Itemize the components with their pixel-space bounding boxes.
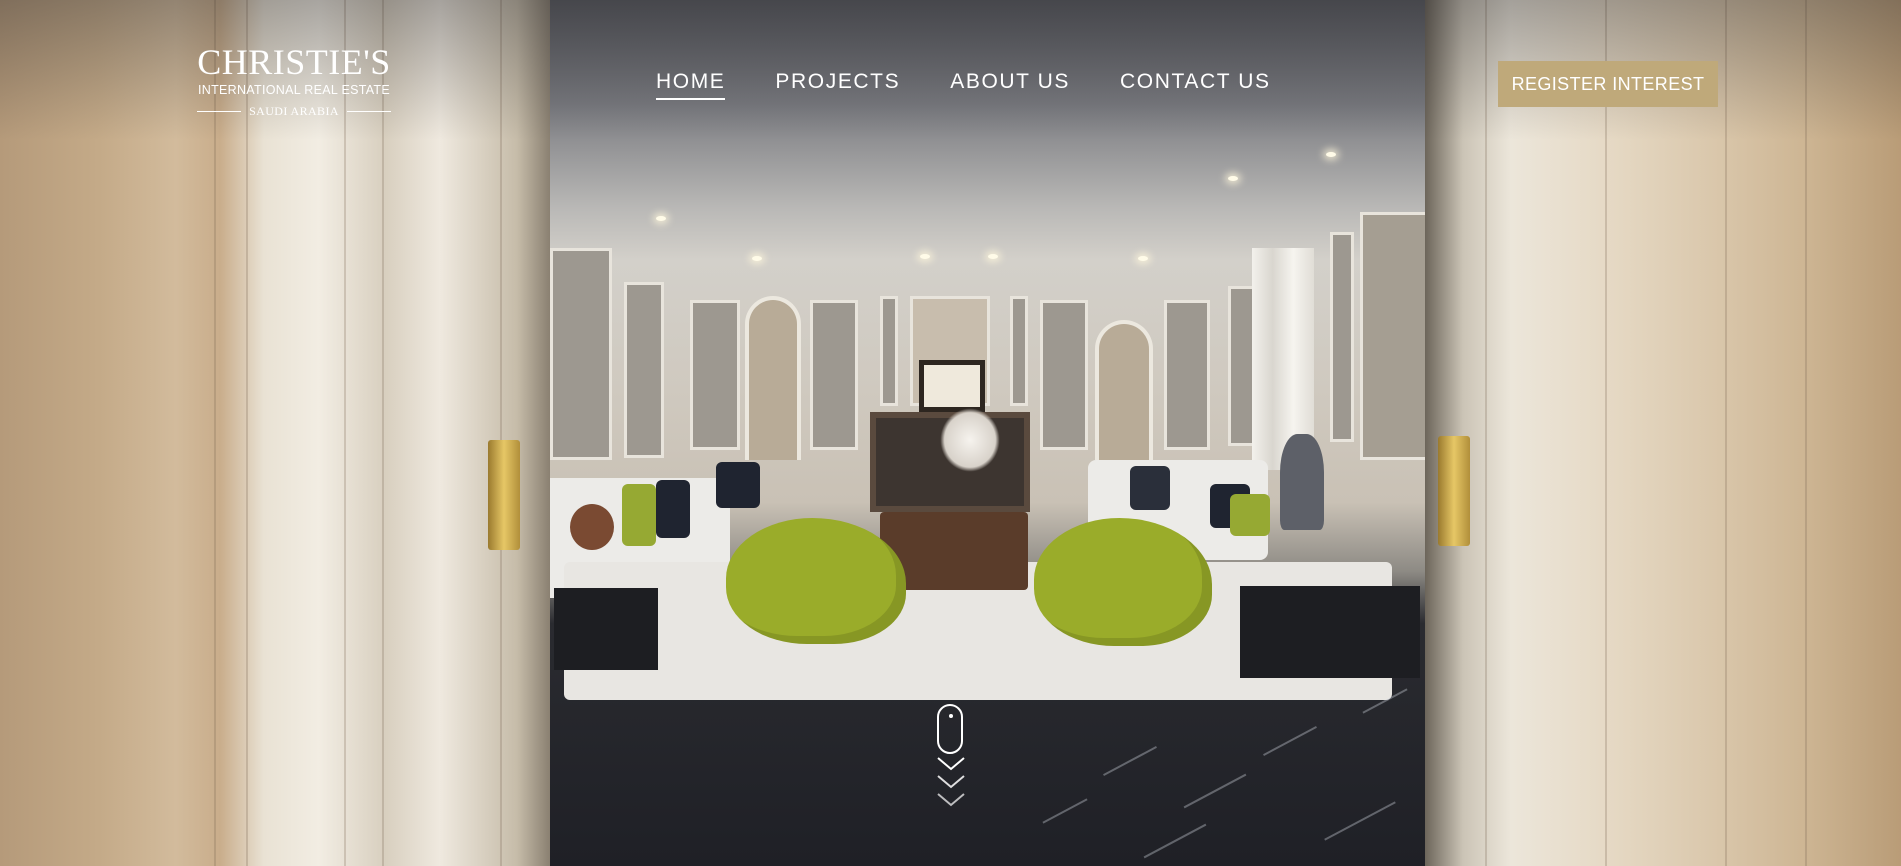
brand-subtitle: INTERNATIONAL REAL ESTATE xyxy=(197,83,391,97)
door-hinge-left xyxy=(488,440,520,550)
scroll-down-indicator[interactable] xyxy=(936,704,966,808)
brand-logo[interactable]: CHRISTIE'S INTERNATIONAL REAL ESTATE SAU… xyxy=(182,44,406,119)
mouse-scroll-icon xyxy=(937,704,963,754)
main-nav: HOME PROJECTS ABOUT US CONTACT US xyxy=(656,70,1271,100)
register-interest-button[interactable]: REGISTER INTEREST xyxy=(1498,61,1718,107)
nav-projects[interactable]: PROJECTS xyxy=(775,70,900,100)
chevron-down-icon xyxy=(937,757,965,771)
chevron-down-icon xyxy=(937,793,965,807)
brand-name: CHRISTIE'S xyxy=(197,42,391,82)
door-hinge-right xyxy=(1438,436,1470,546)
divider xyxy=(197,111,242,112)
divider xyxy=(346,111,391,112)
brand-region: SAUDI ARABIA xyxy=(249,104,339,118)
nav-contact-us[interactable]: CONTACT US xyxy=(1120,70,1271,100)
chevron-down-icon xyxy=(937,775,965,789)
nav-about-us[interactable]: ABOUT US xyxy=(950,70,1070,100)
nav-home[interactable]: HOME xyxy=(656,70,726,100)
